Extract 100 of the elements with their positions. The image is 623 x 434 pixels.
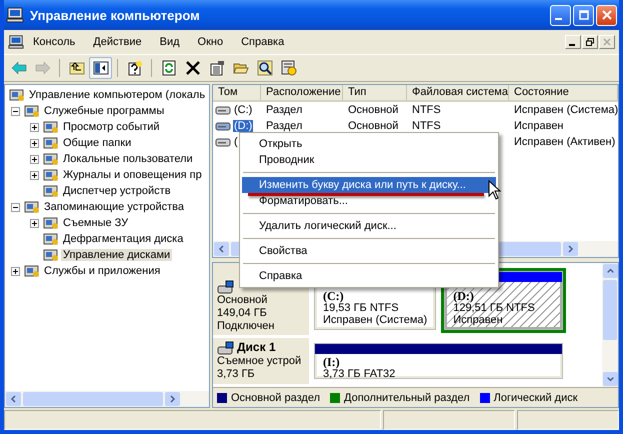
table-cell: Исправен (Активен)	[514, 136, 616, 148]
legend-label: Основной раздел	[231, 392, 320, 404]
tree-item[interactable]: Диспетчер устройств	[61, 185, 173, 197]
column-header[interactable]: Состояние	[509, 85, 618, 100]
expander-box[interactable]	[30, 154, 39, 164]
expander-box[interactable]	[30, 122, 39, 132]
menu-item[interactable]: Проводник	[242, 152, 496, 168]
menu-item[interactable]: Форматировать...	[242, 193, 496, 209]
tree-item[interactable]: Службы и приложения	[42, 265, 162, 277]
tree-item-icon	[43, 167, 59, 183]
restore-icon	[586, 38, 594, 46]
tree-item-icon	[43, 231, 59, 247]
up-folder-icon	[68, 60, 84, 76]
column-header[interactable]: Тип	[343, 85, 407, 100]
scroll-left-icon[interactable]	[6, 392, 21, 406]
menu-item[interactable]: Консоль	[24, 36, 84, 48]
scroll-down-icon[interactable]	[603, 372, 618, 386]
refresh-icon	[160, 60, 176, 76]
maximize-icon	[578, 10, 588, 20]
tree-item[interactable]: Журналы и оповещения пр	[61, 169, 204, 181]
table-cell: Раздел	[266, 104, 302, 116]
search-icon	[256, 60, 272, 76]
computer-icon	[8, 34, 24, 50]
table-cell: Исправен (Система)	[514, 104, 618, 116]
tree-item-icon	[43, 135, 59, 151]
tree-item[interactable]: Дефрагментация диска	[61, 233, 186, 245]
back-arrow-icon	[10, 60, 26, 76]
window-title: Управление компьютером	[30, 8, 200, 22]
scroll-up-icon[interactable]	[603, 264, 618, 278]
close-icon	[603, 38, 611, 46]
column-header[interactable]: Файловая система	[407, 85, 509, 100]
table-cell: Основной	[348, 120, 398, 132]
tree-item-icon	[43, 247, 59, 263]
partition-size: 129,51 ГБ NTFS	[453, 302, 536, 314]
vertical-scrollbar[interactable]	[602, 263, 618, 387]
close-icon	[602, 10, 612, 20]
tree-item-icon	[43, 151, 59, 167]
tree-item-icon	[43, 215, 59, 231]
tree-item[interactable]: Запоминающие устройства	[42, 201, 186, 213]
scroll-right-icon[interactable]	[563, 242, 578, 256]
help-icon	[126, 60, 142, 76]
minimize-button[interactable]	[565, 35, 581, 49]
expander-box[interactable]	[11, 266, 20, 276]
partition-block[interactable]: (I:) 3,73 ГБ FAT32	[314, 343, 563, 379]
close-button[interactable]	[596, 4, 617, 26]
forward-arrow-icon	[34, 60, 50, 76]
expander-box[interactable]	[11, 202, 20, 212]
disk-size: 3,73 ГБ	[217, 368, 256, 381]
disk-status: Подключен	[217, 320, 276, 333]
menu-item[interactable]: Вид	[150, 36, 189, 48]
menu-item[interactable]: Окно	[188, 36, 232, 48]
scroll-left-icon[interactable]	[214, 242, 229, 256]
table-cell[interactable]: (D:)	[233, 120, 254, 132]
partition-status: Исправен (Система)	[323, 314, 428, 326]
expander-box[interactable]	[11, 106, 20, 116]
restore-button[interactable]	[582, 35, 598, 49]
menu-item[interactable]: Справка	[232, 36, 294, 48]
table-cell: NTFS	[412, 104, 441, 116]
tree-item-icon	[24, 103, 40, 119]
expander-box[interactable]	[30, 170, 39, 180]
table-cell[interactable]: (	[233, 136, 239, 148]
expander-box[interactable]	[30, 138, 39, 148]
menu-item[interactable]: Удалить логический диск...	[242, 218, 496, 234]
table-cell[interactable]: (C:)	[233, 104, 254, 116]
delete-icon	[184, 60, 200, 76]
drive-icon	[215, 120, 231, 132]
legend-label: Логический диск	[494, 392, 578, 404]
disk-type: Основной	[217, 294, 268, 307]
toolbar-button[interactable]	[89, 57, 112, 79]
menu-item[interactable]: Действие	[84, 36, 151, 48]
column-header[interactable]: Том	[213, 85, 261, 100]
expander-box[interactable]	[30, 218, 39, 228]
scroll-right-icon[interactable]	[165, 392, 180, 406]
drive-icon	[215, 104, 231, 116]
tree-item-icon	[43, 183, 59, 199]
partition-label: (C:)	[323, 290, 345, 302]
disk-size: 149,04 ГБ	[217, 307, 268, 320]
horizontal-scrollbar[interactable]	[5, 391, 209, 407]
tree-item[interactable]: Просмотр событий	[61, 121, 162, 133]
menu-item[interactable]: Изменить букву диска или путь к диску...	[242, 177, 496, 193]
drive-icon	[215, 136, 231, 148]
menu-item[interactable]: Открыть	[242, 136, 496, 152]
column-header[interactable]: Расположение	[261, 85, 343, 100]
tree-item-icon	[43, 119, 59, 135]
settings-icon	[280, 60, 296, 76]
partition-label: (D:)	[453, 290, 475, 302]
properties-icon	[208, 60, 224, 76]
tree-item[interactable]: Локальные пользователи	[61, 153, 195, 165]
tree-item[interactable]: Управление дисками	[61, 249, 172, 261]
partition-status: Исправен	[453, 314, 504, 326]
tree-item-icon	[9, 87, 25, 103]
tree-item[interactable]: Управление компьютером (локаль	[27, 89, 208, 101]
table-cell: Раздел	[266, 120, 302, 132]
menu-item[interactable]: Свойства	[242, 243, 496, 259]
tree-item[interactable]: Служебные программы	[42, 105, 166, 117]
maximize-button[interactable]	[573, 4, 594, 26]
partition-size: 19,53 ГБ NTFS	[323, 302, 400, 314]
tree-item[interactable]: Общие папки	[61, 137, 134, 149]
tree-item[interactable]: Съемные ЗУ	[61, 217, 130, 229]
legend-label: Дополнительный раздел	[344, 392, 470, 404]
